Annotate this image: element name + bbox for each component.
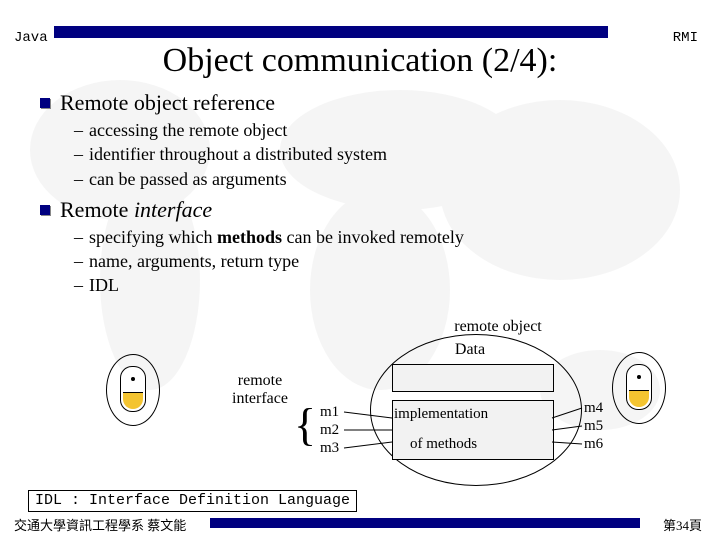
- connector-lines: [80, 340, 680, 510]
- slide-footer: 交通大學資訊工程學系 蔡文能 第34頁: [0, 514, 720, 536]
- slide-content: Remote object reference –accessing the r…: [0, 80, 720, 298]
- slide-header: Java RMI: [0, 0, 720, 36]
- square-bullet-icon: [40, 98, 50, 108]
- sub-item: –name, arguments, return type: [74, 249, 690, 273]
- square-bullet-icon: [40, 205, 50, 215]
- client-ellipse: [106, 354, 160, 426]
- bullet-text: Remote object reference: [60, 90, 275, 116]
- bullet-remote-interface: Remote interface: [40, 197, 690, 223]
- footer-left: 交通大學資訊工程學系 蔡文能: [14, 515, 186, 534]
- server-ellipse: [612, 352, 666, 424]
- bullet-remote-object-reference: Remote object reference: [40, 90, 690, 116]
- sub-item: –identifier throughout a distributed sys…: [74, 142, 690, 166]
- sub-item: –accessing the remote object: [74, 118, 690, 142]
- slide-title: Object communication (2/4):: [0, 42, 720, 80]
- sub-item: –IDL: [74, 273, 690, 297]
- sub-item: –can be passed as arguments: [74, 167, 690, 191]
- footer-right: 第34頁: [663, 515, 702, 534]
- header-bar: [54, 26, 608, 38]
- bullet-text: Remote interface: [60, 197, 212, 223]
- label-remote-object: remote object: [408, 318, 588, 336]
- remote-object-diagram: remote object Data implementation of met…: [80, 340, 680, 510]
- sub-item: –specifying which methods can be invoked…: [74, 225, 690, 249]
- footer-bar: [210, 518, 640, 528]
